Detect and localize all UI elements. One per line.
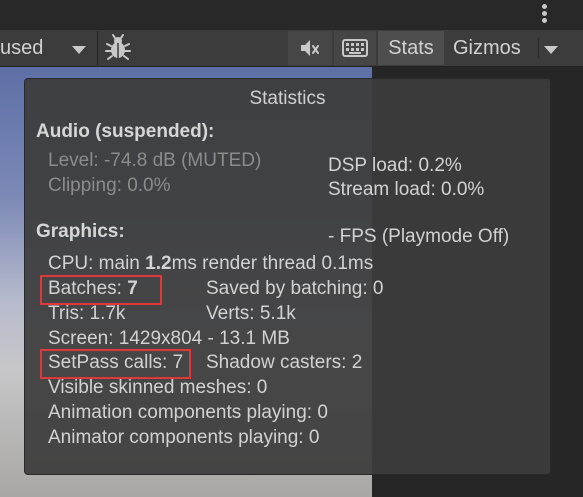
visible-skinned-meshes: Visible skinned meshes: 0 [48,377,268,398]
chevron-down-icon [72,46,86,54]
shadow-casters: Shadow casters: 2 [206,352,363,373]
audio-clipping: Clipping: 0.0% [48,175,171,196]
cpu-render-thread: ms render thread 0.1ms [171,253,374,274]
dropdown-divider [538,38,539,58]
graphics-fps: - FPS (Playmode Off) [328,226,510,247]
more-options-icon[interactable] [535,4,553,26]
statistics-title: Statistics [249,88,326,109]
toolbar-divider [97,31,98,65]
draw-mode-label: used [0,37,44,59]
screen-stat: Screen: 1429x804 - 13.1 MB [48,328,290,349]
verts-stat: Verts: 5.1k [206,303,296,324]
draw-mode-dropdown[interactable]: used [0,31,94,65]
grid-toggle[interactable] [334,31,376,65]
cpu-main-label: CPU: main [48,253,146,274]
graphics-section-header: Graphics: [36,221,125,242]
scene-toolbar: used Stats Gizmos [0,30,583,67]
gizmos-label: Gizmos [453,37,521,59]
bug-icon [105,34,131,60]
tris-stat: Tris: 1.7k [48,303,126,324]
debug-button[interactable] [101,31,135,65]
gizmos-button[interactable]: Gizmos [446,31,536,65]
keyboard-icon [342,39,368,57]
batches-highlight-box [40,275,162,305]
statistics-panel: Statistics Audio (suspended): Level: -74… [24,78,551,475]
setpass-highlight-box [40,349,191,379]
cpu-main-value: 1.2 [145,253,172,274]
speaker-muted-icon [301,40,319,56]
mute-audio-toggle[interactable] [288,31,332,65]
audio-stream-load: Stream load: 0.0% [328,179,485,200]
animation-components: Animation components playing: 0 [48,402,328,423]
stats-toggle-button[interactable]: Stats [378,31,444,65]
scene-view-window: used Stats Gizmos Statistics Audio (susp… [0,0,583,497]
animator-components: Animator components playing: 0 [48,427,320,448]
saved-by-batching: Saved by batching: 0 [206,278,384,299]
chevron-down-icon [544,46,558,54]
audio-section-header: Audio (suspended): [36,121,215,142]
audio-level: Level: -74.8 dB (MUTED) [48,150,262,171]
audio-dsp-load: DSP load: 0.2% [328,155,462,176]
cpu-timing: CPU: main 1.2ms render thread 0.1ms [48,252,373,276]
window-tab-bar [0,0,583,30]
gizmos-dropdown[interactable] [538,31,568,65]
